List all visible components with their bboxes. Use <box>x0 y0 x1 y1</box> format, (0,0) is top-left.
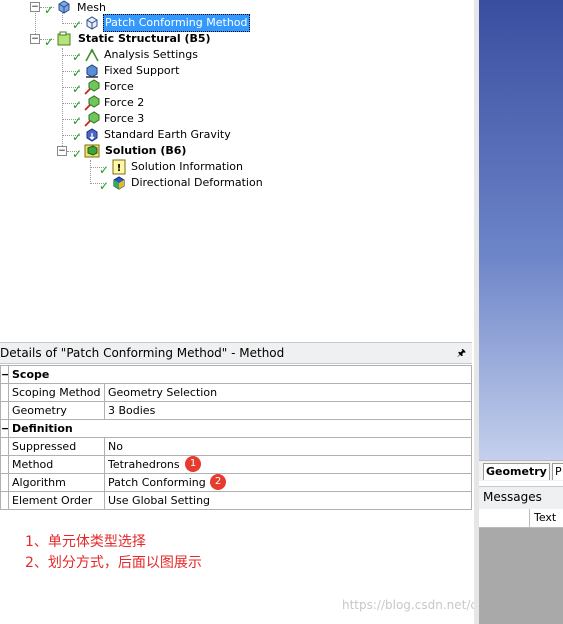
property-label: Element Order <box>8 491 105 510</box>
tree-item-label: Analysis Settings <box>104 48 198 61</box>
tree-item-label: Fixed Support <box>104 64 180 77</box>
tree-item-static-structural[interactable]: − ✓ Static Structural (B5) <box>0 31 300 49</box>
annotation-badge-2: 2 <box>210 474 226 490</box>
tree-item-force-3[interactable]: ✓ Force 3 <box>0 111 300 128</box>
force-icon <box>84 79 100 95</box>
tree-item-label: Standard Earth Gravity <box>104 128 231 141</box>
details-panel-title: Details of "Patch Conforming Method" - M… <box>0 346 285 360</box>
tree-item-label: Force <box>104 80 134 93</box>
pin-icon[interactable]: 🖈 <box>457 346 466 363</box>
force-icon <box>84 111 100 127</box>
annotation-note-2: 2、划分方式，后面以图展示 <box>25 555 202 571</box>
annotation-badge-1: 1 <box>185 456 201 472</box>
view-tabs: Geometry P <box>479 460 563 481</box>
tree-item-solution[interactable]: − ✓ Solution (B6) <box>0 143 300 161</box>
tree-item-label: Solution Information <box>131 160 243 173</box>
section-collapse-toggle[interactable]: − <box>0 419 9 438</box>
details-panel-header: Details of "Patch Conforming Method" - M… <box>0 342 472 364</box>
collapse-toggle[interactable]: − <box>30 34 40 44</box>
solution-info-icon: ! <box>112 159 126 175</box>
column-header-text[interactable]: Text <box>534 511 556 524</box>
messages-panel-title: Messages <box>483 490 542 504</box>
details-row[interactable]: Algorithm Patch Conforming <box>0 473 472 492</box>
tree-item-label: Patch Conforming Method <box>103 14 250 32</box>
tree-item-standard-earth-gravity[interactable]: ✓ Standard Earth Gravity <box>0 127 300 144</box>
tree-item-label: Mesh <box>77 1 106 14</box>
property-value[interactable]: Patch Conforming <box>104 473 472 492</box>
section-title: Scope <box>8 365 472 384</box>
row-indent <box>0 401 9 420</box>
gravity-icon <box>86 128 98 142</box>
property-value[interactable]: 3 Bodies <box>104 401 472 420</box>
property-value[interactable]: No <box>104 437 472 456</box>
messages-panel-header: Messages <box>479 486 563 509</box>
details-row[interactable]: Suppressed No <box>0 437 472 456</box>
svg-text:!: ! <box>117 163 122 174</box>
mesh-method-icon <box>86 16 98 30</box>
tree-item-analysis-settings[interactable]: ✓ Analysis Settings <box>0 47 300 64</box>
details-row[interactable]: Element Order Use Global Setting <box>0 491 472 510</box>
tree-item-fixed-support[interactable]: ✓ Fixed Support <box>0 63 300 80</box>
tree-item-force-2[interactable]: ✓ Force 2 <box>0 95 300 112</box>
property-label: Method <box>8 455 105 474</box>
tree-item-directional-deformation[interactable]: ✓ Directional Deformation <box>0 175 300 193</box>
tree-item-force[interactable]: ✓ Force <box>0 79 300 96</box>
row-indent <box>0 491 9 510</box>
tree-item-solution-information[interactable]: ✓ ! Solution Information <box>0 159 300 177</box>
force-icon <box>84 95 100 111</box>
outline-tree: − ✓ Mesh ✓ Patch Conforming Method − ✓ S… <box>0 0 472 336</box>
property-label: Algorithm <box>8 473 105 492</box>
tree-item-label: Static Structural (B5) <box>78 32 211 45</box>
property-value[interactable]: Use Global Setting <box>104 491 472 510</box>
fixed-support-icon <box>86 64 98 78</box>
property-label: Geometry <box>8 401 105 420</box>
property-label: Scoping Method <box>8 383 105 402</box>
section-collapse-toggle[interactable]: − <box>0 365 9 384</box>
collapse-toggle[interactable]: − <box>57 146 67 156</box>
details-row[interactable]: Method Tetrahedrons <box>0 455 472 474</box>
tree-item-label: Directional Deformation <box>131 176 263 189</box>
messages-column-header: Text <box>479 509 563 528</box>
property-label: Suppressed <box>8 437 105 456</box>
check-icon: ✓ <box>99 179 110 193</box>
row-indent <box>0 383 9 402</box>
property-value[interactable]: Geometry Selection <box>104 383 472 402</box>
section-scope[interactable]: − Scope <box>0 365 472 384</box>
row-indent <box>0 473 9 492</box>
tree-item-patch-conforming-method[interactable]: ✓ Patch Conforming Method <box>0 14 300 32</box>
deformation-icon <box>113 176 125 190</box>
row-indent <box>0 437 9 456</box>
details-table: − Scope Scoping Method Geometry Selectio… <box>0 365 472 510</box>
tree-item-label: Force 3 <box>104 112 145 125</box>
messages-list[interactable] <box>479 528 563 624</box>
annotation-note-1: 1、单元体类型选择 <box>25 534 146 550</box>
graphics-viewport[interactable] <box>479 0 563 460</box>
tree-item-label: Force 2 <box>104 96 145 109</box>
tab-geometry[interactable]: Geometry <box>483 463 550 480</box>
column-header-blank[interactable] <box>479 509 530 527</box>
details-row[interactable]: Geometry 3 Bodies <box>0 401 472 420</box>
section-definition[interactable]: − Definition <box>0 419 472 438</box>
section-title: Definition <box>8 419 472 438</box>
property-value[interactable]: Tetrahedrons <box>104 455 472 474</box>
static-structural-icon <box>57 31 71 46</box>
collapse-toggle[interactable]: − <box>30 2 40 12</box>
mesh-icon <box>58 0 70 14</box>
tab-print-preview[interactable]: P <box>552 463 563 480</box>
analysis-settings-icon <box>85 48 99 62</box>
solution-icon <box>84 144 100 158</box>
tree-item-label: Solution (B6) <box>105 144 187 157</box>
details-row[interactable]: Scoping Method Geometry Selection <box>0 383 472 402</box>
row-indent <box>0 455 9 474</box>
